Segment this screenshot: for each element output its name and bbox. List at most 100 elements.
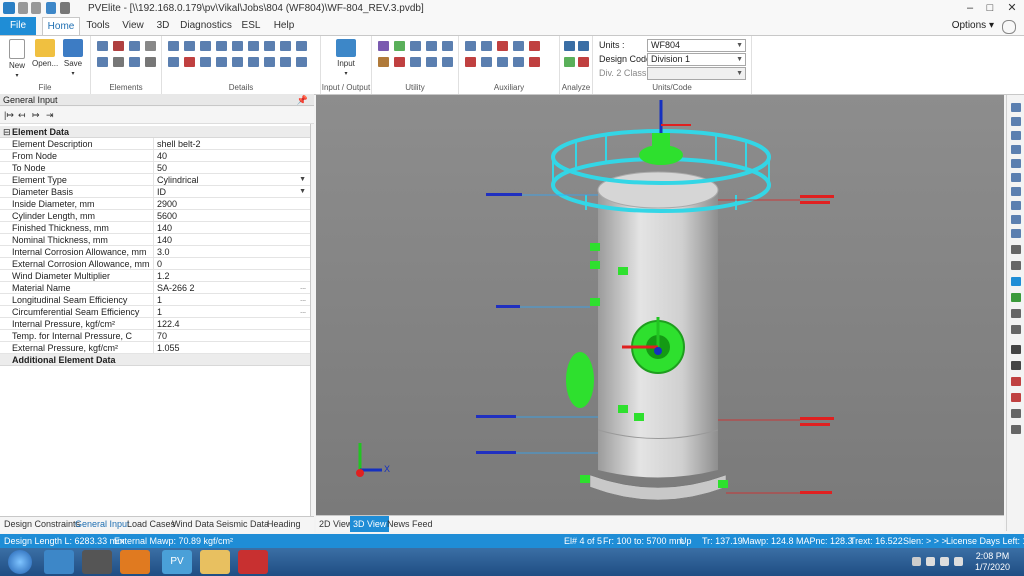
property-row[interactable]: External Pressure, kgf/cm² 1.055 bbox=[0, 342, 310, 354]
internet-explorer-icon[interactable] bbox=[44, 550, 74, 574]
view-back-icon[interactable] bbox=[1011, 131, 1021, 140]
property-row[interactable]: Material Name SA-266 2... bbox=[0, 282, 310, 294]
element-data-section[interactable]: ⊟ Element Data bbox=[0, 126, 310, 138]
taskbar-clock[interactable]: 2:08 PM 1/7/2020 bbox=[975, 551, 1010, 573]
zoom-extents-icon[interactable] bbox=[1011, 245, 1021, 254]
report-icon[interactable] bbox=[578, 57, 589, 67]
tab-esl[interactable]: ESL bbox=[238, 17, 264, 35]
rotate-icon[interactable] bbox=[1011, 325, 1021, 334]
tab-heading[interactable]: Heading bbox=[267, 519, 301, 529]
property-row[interactable]: Element Type Cylindrical ▼ bbox=[0, 174, 310, 186]
3d-viewport[interactable]: X bbox=[316, 95, 1004, 515]
property-value-field[interactable]: SA-266 2 bbox=[157, 282, 297, 294]
zoom-icon[interactable] bbox=[1011, 309, 1021, 318]
leg-icon[interactable] bbox=[248, 57, 259, 67]
open-button[interactable]: Open... bbox=[32, 39, 58, 68]
property-row[interactable]: Circumferential Seam Efficiency 1... bbox=[0, 306, 310, 318]
collapse-icon[interactable]: ⊟ bbox=[3, 126, 11, 138]
nozzle-icon[interactable] bbox=[184, 41, 195, 51]
tray-flag-icon[interactable] bbox=[954, 557, 963, 566]
halfpipe-icon[interactable] bbox=[216, 57, 227, 67]
aux-ring-icon[interactable] bbox=[513, 57, 524, 67]
next-element-icon[interactable]: ↦ bbox=[32, 110, 42, 120]
tab-design-constraints[interactable]: Design Constraints bbox=[4, 519, 80, 529]
options-menu[interactable]: Options ▾ bbox=[952, 17, 994, 35]
first-element-icon[interactable]: |↦ bbox=[4, 110, 14, 120]
lug-icon[interactable] bbox=[296, 41, 307, 51]
property-value-field[interactable]: 0 bbox=[157, 258, 297, 270]
lining-icon[interactable] bbox=[200, 57, 211, 67]
property-value-field[interactable]: 140 bbox=[157, 222, 297, 234]
packing-icon[interactable] bbox=[248, 41, 259, 51]
view-wire-icon[interactable] bbox=[1011, 229, 1021, 238]
select-element-icon[interactable] bbox=[1011, 361, 1021, 370]
aux-flag-icon[interactable] bbox=[529, 57, 540, 67]
body-flange-icon[interactable] bbox=[145, 57, 156, 67]
property-value-field[interactable]: 5600 bbox=[157, 210, 297, 222]
redo-icon[interactable] bbox=[31, 2, 41, 14]
filter-icon[interactable] bbox=[394, 41, 405, 51]
view-hidden-icon[interactable] bbox=[1011, 201, 1021, 210]
flange-calc-icon[interactable] bbox=[378, 41, 389, 51]
acrobat-icon[interactable] bbox=[238, 550, 268, 574]
previous-element-icon[interactable]: ↤ bbox=[18, 110, 28, 120]
tab-file[interactable]: File bbox=[0, 17, 36, 35]
minimize-button[interactable]: – bbox=[962, 2, 978, 15]
skirt-element-icon[interactable] bbox=[129, 57, 140, 67]
tray-icon[interactable] bbox=[280, 41, 291, 51]
measure-icon[interactable] bbox=[1011, 377, 1021, 386]
aux-red-icon[interactable] bbox=[529, 41, 540, 51]
tray-chevron-icon[interactable] bbox=[912, 557, 921, 566]
liquid-icon[interactable] bbox=[184, 57, 195, 67]
property-control-icon[interactable]: ... bbox=[300, 306, 306, 318]
property-value-field[interactable]: 1.055 bbox=[157, 342, 297, 354]
property-value-field[interactable]: 70 bbox=[157, 330, 297, 342]
ellipse-head-icon[interactable] bbox=[113, 41, 124, 51]
property-row[interactable]: Wind Diameter Multiplier 1.2 bbox=[0, 270, 310, 282]
property-row[interactable]: To Node 50 bbox=[0, 162, 310, 174]
welded-flat-icon[interactable] bbox=[113, 57, 124, 67]
annotate-icon[interactable] bbox=[1011, 393, 1021, 402]
property-value-field[interactable]: 1 bbox=[157, 306, 297, 318]
view-bottom-icon[interactable] bbox=[1011, 187, 1021, 196]
aux-pipe-icon[interactable] bbox=[481, 57, 492, 67]
weight-icon[interactable] bbox=[200, 41, 211, 51]
print-view-icon[interactable] bbox=[1011, 409, 1021, 418]
help-gear-icon[interactable] bbox=[1002, 20, 1016, 34]
jacket-icon[interactable] bbox=[280, 57, 291, 67]
detail-more-icon[interactable] bbox=[296, 57, 307, 67]
property-value-field[interactable]: shell belt-2 bbox=[157, 138, 297, 150]
tab-view[interactable]: View bbox=[118, 17, 148, 35]
last-element-icon[interactable]: ⇥ bbox=[46, 110, 56, 120]
property-value-field[interactable]: 2900 bbox=[157, 198, 297, 210]
property-row[interactable]: Longitudinal Seam Efficiency 1... bbox=[0, 294, 310, 306]
property-row[interactable]: Element Description shell belt-2 bbox=[0, 138, 310, 150]
tray-volume-icon[interactable] bbox=[940, 557, 949, 566]
property-value-field[interactable]: 40 bbox=[157, 150, 297, 162]
file-explorer-icon[interactable] bbox=[200, 550, 230, 574]
maximize-button[interactable]: □ bbox=[982, 2, 998, 15]
tab-tools[interactable]: Tools bbox=[82, 17, 114, 35]
orbit-icon[interactable] bbox=[1011, 277, 1021, 286]
aux-clip-icon[interactable] bbox=[497, 57, 508, 67]
property-value-field[interactable]: 1.2 bbox=[157, 270, 297, 282]
property-value-field[interactable]: Cylindrical bbox=[157, 174, 297, 186]
delete-icon[interactable] bbox=[394, 57, 405, 67]
design-code-select[interactable]: Division 1 ▼ bbox=[647, 53, 746, 66]
copy-view-icon[interactable] bbox=[1011, 425, 1021, 434]
tab-seismic-data[interactable]: Seismic Data bbox=[216, 519, 269, 529]
tab-general-input[interactable]: General Input bbox=[75, 519, 130, 529]
insert-icon[interactable] bbox=[426, 57, 437, 67]
bolt-icon[interactable] bbox=[497, 41, 508, 51]
property-control-icon[interactable]: ▼ bbox=[299, 174, 306, 186]
baseplate-icon[interactable] bbox=[264, 57, 275, 67]
tab-home[interactable]: Home bbox=[42, 17, 80, 36]
clip-icon[interactable] bbox=[232, 57, 243, 67]
view-front-icon[interactable] bbox=[1011, 117, 1021, 126]
property-value-field[interactable]: 122.4 bbox=[157, 318, 297, 330]
insulation-icon[interactable] bbox=[168, 57, 179, 67]
tab-news-feed[interactable]: News Feed bbox=[384, 516, 436, 532]
property-value-field[interactable]: 3.0 bbox=[157, 246, 297, 258]
property-row[interactable]: Diameter Basis ID ▼ bbox=[0, 186, 310, 198]
spherical-head-icon[interactable] bbox=[145, 41, 156, 51]
